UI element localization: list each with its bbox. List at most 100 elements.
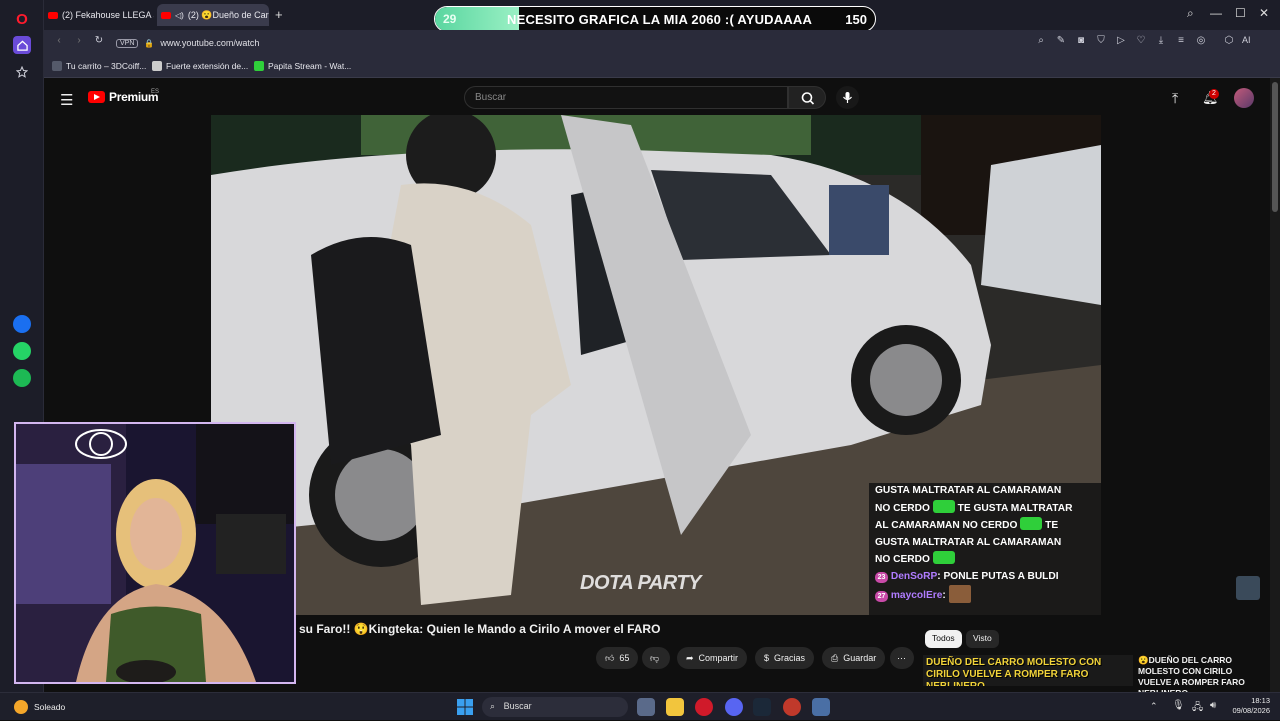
search-input[interactable]: Buscar	[464, 86, 788, 109]
page-scrollbar[interactable]	[1270, 78, 1280, 692]
chat-username: DenSoRP	[890, 570, 938, 582]
opera-logo-icon[interactable]: O	[13, 10, 31, 28]
task-view-icon[interactable]	[637, 698, 655, 716]
bookmark-label: Tu carrito – 3DCoiff...	[66, 61, 147, 71]
taskbar-search-placeholder: Buscar	[503, 701, 532, 711]
lock-icon[interactable]: 🔒	[144, 39, 154, 48]
bookmark-label: Fuerte extensión de...	[166, 61, 249, 71]
chip-all[interactable]: Todos	[925, 630, 962, 648]
streamer-webcam	[14, 422, 296, 684]
bookmark-label: Papita Stream - Wat...	[268, 61, 352, 71]
share-label: Compartir	[698, 653, 739, 663]
chat-message: 27 maycolEre:	[875, 585, 1095, 605]
dislike-button[interactable]: 👎︎	[642, 647, 670, 669]
opera-taskbar-icon[interactable]	[695, 698, 713, 716]
home-icon[interactable]	[13, 36, 31, 54]
aria-ai-button[interactable]: AI	[1242, 35, 1251, 45]
audio-playing-icon[interactable]: ◁)	[175, 11, 184, 20]
windows-taskbar: Soleado ⌕ Buscar ⌃ 🎙︎ 🖧 🔊︎ 18:13 09/08/2…	[0, 692, 1280, 720]
edit-icon[interactable]: ✎	[1054, 35, 1068, 49]
weather-sun-icon[interactable]	[14, 700, 28, 714]
messenger-icon[interactable]	[13, 315, 31, 333]
upload-icon[interactable]: ⤒	[1172, 90, 1178, 107]
chip-watched[interactable]: Visto	[966, 630, 999, 648]
aria-label: AI	[1242, 35, 1251, 45]
region-code: ES	[151, 89, 160, 95]
share-button[interactable]: ➦ Compartir	[677, 647, 748, 669]
network-icon[interactable]: 🖧	[1192, 700, 1203, 717]
tab-dueno-de-carro[interactable]: ◁) (2) 😮Dueño de Carro	[157, 4, 269, 26]
bookmarks-star-icon[interactable]	[13, 63, 31, 81]
url-text[interactable]: www.youtube.com/watch	[160, 38, 259, 48]
shield-icon[interactable]: ⛉	[1094, 35, 1108, 49]
thanks-button[interactable]: $ Gracias	[755, 647, 815, 669]
spotify-icon[interactable]	[13, 369, 31, 387]
extensions-icon[interactable]: ⬡	[1222, 35, 1236, 49]
hamburger-menu-icon[interactable]: ☰	[60, 91, 73, 109]
search-icon: ⌕	[490, 701, 496, 711]
user-avatar[interactable]	[1234, 88, 1254, 108]
search-page-icon[interactable]: ⌕	[1034, 35, 1048, 49]
weather-label[interactable]: Soleado	[34, 702, 65, 712]
green-emote-icon	[932, 499, 955, 513]
more-actions-button[interactable]: ⋯	[890, 647, 914, 669]
goal-left-number: 29	[443, 12, 457, 26]
bookmark-item[interactable]: Tu carrito – 3DCoiff...	[52, 61, 146, 71]
clock-date: 09/08/2026	[1232, 706, 1270, 715]
new-tab-icon[interactable]: +	[275, 7, 283, 22]
like-button[interactable]: 👍︎ 65	[596, 647, 639, 669]
heart-icon[interactable]: ♡	[1134, 35, 1148, 49]
minimize-icon[interactable]: —	[1210, 6, 1222, 20]
download-icon[interactable]: ⤓	[1154, 35, 1168, 49]
microphone-icon[interactable]: 🎙︎	[1172, 700, 1185, 711]
tray-chevron-icon[interactable]: ⌃	[1150, 701, 1158, 712]
vpn-badge[interactable]: VPN	[116, 38, 139, 48]
volume-icon[interactable]: 🔊︎	[1210, 700, 1216, 711]
bookmark-item[interactable]: Papita Stream - Wat...	[254, 61, 351, 71]
goal-title: NECESITO GRAFICA LA MIA 2060 :( AYUDAAAA	[507, 12, 813, 27]
menu-lines-icon[interactable]: ≡	[1174, 35, 1188, 49]
close-window-icon[interactable]: ✕	[1259, 6, 1269, 20]
windows-start-icon[interactable]	[456, 698, 474, 716]
floating-emote-icon	[1236, 576, 1260, 600]
sub-badge-icon: 27	[875, 591, 888, 602]
save-button[interactable]: ⎙ Guardar	[822, 647, 886, 669]
chat-text: PONLE PUTAS A BULDI	[943, 570, 1059, 582]
more-dots-icon: ⋯	[897, 652, 906, 663]
webcam-image	[16, 424, 294, 682]
profile-icon[interactable]: ◎	[1194, 35, 1208, 49]
thumbs-up-icon: 👍︎	[605, 652, 615, 663]
voice-search-mic-icon[interactable]	[836, 86, 859, 109]
tab-fekahouse[interactable]: (2) Fekahouse LLEGA a Bo	[44, 4, 154, 26]
whatsapp-icon[interactable]	[13, 342, 31, 360]
bookmark-favicon-icon	[152, 61, 162, 71]
maximize-icon[interactable]: ☐	[1235, 6, 1246, 20]
settings-gear-icon[interactable]	[812, 698, 830, 716]
clock[interactable]: 18:13 09/08/2026	[1232, 696, 1270, 716]
play-icon[interactable]: ▷	[1114, 35, 1128, 49]
camera-icon[interactable]: ◙	[1074, 35, 1088, 49]
chat-line: AL CAMARAMAN NO CERDO TE	[875, 517, 1095, 535]
stream-chat-overlay: GUSTA MALTRATAR AL CAMARAMAN NO CERDO TE…	[869, 483, 1101, 615]
taskbar-search[interactable]: ⌕ Buscar	[482, 697, 628, 717]
green-emote-icon	[1020, 517, 1043, 530]
like-count: 65	[619, 653, 630, 663]
steam-icon[interactable]	[753, 698, 771, 716]
youtube-play-icon	[88, 91, 105, 103]
recommended-video-thumbnail[interactable]: DUEÑO DEL CARRO MOLESTO CON CIRILO VUELV…	[923, 655, 1133, 686]
address-bar[interactable]: VPN 🔒 www.youtube.com/watch	[116, 34, 996, 52]
file-explorer-icon[interactable]	[666, 698, 684, 716]
search-button[interactable]	[788, 86, 826, 109]
youtube-logo[interactable]: Premium	[88, 90, 159, 104]
thanks-label: Gracias	[774, 653, 806, 663]
bookmarks-bar: Tu carrito – 3DCoiff... Fuerte extensión…	[44, 56, 1280, 78]
reload-icon[interactable]: ↻	[92, 35, 106, 49]
search-tabs-icon[interactable]: ⌕	[1187, 6, 1194, 21]
sub-badge-icon: 23	[875, 571, 888, 583]
discord-icon[interactable]	[725, 698, 743, 716]
back-icon[interactable]: ‹	[52, 35, 66, 49]
forward-icon[interactable]: ›	[72, 35, 86, 49]
bookmark-item[interactable]: Fuerte extensión de...	[152, 61, 248, 71]
app-icon[interactable]	[783, 698, 801, 716]
address-bar-row: ‹ › ↻ VPN 🔒 www.youtube.com/watch ⌕ ✎ ◙ …	[44, 30, 1280, 56]
